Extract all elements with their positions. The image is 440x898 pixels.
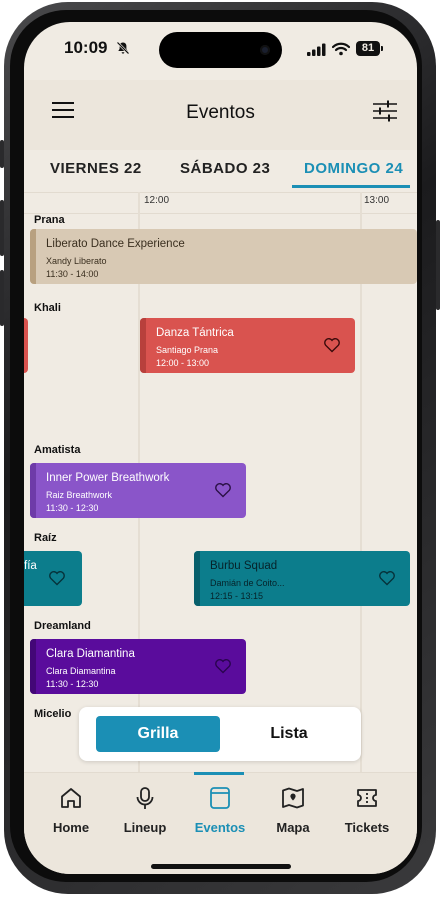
app-screen: 10:09 81 Eventos VIERNES 22 SÁBADO 23 DO… <box>24 22 417 874</box>
active-tab-indicator <box>292 185 410 188</box>
calendar-icon <box>210 787 230 809</box>
event-artist: Clara Diamantina <box>46 666 116 676</box>
event-title: Liberato Dance Experience <box>46 238 185 250</box>
card-strip <box>30 229 36 284</box>
nav-label: Home <box>52 820 90 835</box>
nav-label: Lineup <box>123 820 167 835</box>
event-card-inner-power[interactable]: Inner Power Breathwork Raiz Breathwork 1… <box>30 463 246 518</box>
card-strip <box>30 639 36 694</box>
event-time: 11:30 - 12:30 <box>46 679 99 689</box>
home-indicator[interactable] <box>151 864 291 869</box>
filter-sliders-icon[interactable] <box>372 100 398 122</box>
active-nav-indicator <box>194 772 244 775</box>
mute-switch <box>0 140 4 168</box>
card-strip <box>140 318 146 373</box>
event-card-raiz-partial[interactable]: fía <box>24 551 82 606</box>
heart-icon[interactable] <box>323 336 341 354</box>
event-time: 12:00 - 13:00 <box>156 358 210 368</box>
event-card-khali-partial[interactable] <box>24 318 28 373</box>
nav-label: Eventos <box>194 820 246 835</box>
power-button <box>436 220 440 310</box>
ticket-icon <box>357 789 377 807</box>
nav-label: Tickets <box>344 820 390 835</box>
nav-home[interactable]: Home <box>36 785 106 835</box>
venue-label-prana: Prana <box>34 214 65 226</box>
event-title: Danza Tántrica <box>156 327 234 339</box>
camera-icon <box>260 45 270 55</box>
venue-label-dreamland: Dreamland <box>34 620 91 632</box>
volume-down-button <box>0 270 4 326</box>
event-artist: Santiago Prana <box>156 345 219 355</box>
signal-icon <box>307 43 326 56</box>
nav-lineup[interactable]: Lineup <box>110 785 180 835</box>
nav-eventos[interactable]: Eventos <box>185 785 255 835</box>
page-title: Eventos <box>186 102 255 123</box>
nav-mapa[interactable]: Mapa <box>258 785 328 835</box>
event-card-burbu[interactable]: Burbu Squad Damián de Coito... 12:15 - 1… <box>194 551 410 606</box>
battery-icon: 81 <box>356 41 380 56</box>
heart-icon[interactable] <box>214 481 232 499</box>
home-icon <box>61 788 81 808</box>
bottom-nav: Home Lineup Eventos Mapa Tickets <box>24 772 417 874</box>
tab-sabado[interactable]: SÁBADO 23 <box>180 160 270 177</box>
event-card-clara[interactable]: Clara Diamantina Clara Diamantina 11:30 … <box>30 639 246 694</box>
event-time: 12:15 - 13:15 <box>210 591 264 601</box>
microphone-icon <box>136 787 154 809</box>
card-strip <box>30 463 36 518</box>
battery-tip <box>381 46 383 51</box>
status-time: 10:09 <box>64 38 108 57</box>
view-toggle: Grilla Lista <box>79 707 361 761</box>
grilla-button[interactable]: Grilla <box>96 716 220 752</box>
heart-icon[interactable] <box>214 657 232 675</box>
venue-label-raiz: Raíz <box>34 532 57 544</box>
event-card-danza[interactable]: Danza Tántrica Santiago Prana 12:00 - 13… <box>140 318 355 373</box>
map-icon <box>282 787 304 809</box>
tab-domingo[interactable]: DOMINGO 24 <box>304 160 403 177</box>
heart-icon[interactable] <box>48 569 66 587</box>
card-strip <box>194 551 200 606</box>
nav-label: Mapa <box>276 820 310 835</box>
tick-1200: 12:00 <box>144 195 170 206</box>
venue-label-khali: Khali <box>34 302 61 314</box>
volume-up-button <box>0 200 4 256</box>
event-card-liberato[interactable]: Liberato Dance Experience Xandy Liberato… <box>30 229 417 284</box>
event-artist: Damián de Coito... <box>210 578 285 588</box>
tick-1300: 13:00 <box>364 195 390 206</box>
timeline-header <box>24 192 417 214</box>
bell-slash-icon <box>116 41 130 55</box>
event-artist: Xandy Liberato <box>46 256 107 266</box>
heart-icon[interactable] <box>378 569 396 587</box>
wifi-icon <box>332 42 350 56</box>
event-title: Burbu Squad <box>210 560 278 572</box>
nav-tickets[interactable]: Tickets <box>332 785 402 835</box>
event-title: Clara Diamantina <box>46 648 135 660</box>
event-title: Inner Power Breathwork <box>46 472 170 484</box>
event-time: 11:30 - 14:00 <box>46 269 99 279</box>
lista-button[interactable]: Lista <box>229 716 349 752</box>
venue-label-micelio: Micelio <box>34 708 72 720</box>
event-artist: Raiz Breathwork <box>46 490 113 500</box>
venue-label-amatista: Amatista <box>34 444 81 456</box>
tab-viernes[interactable]: VIERNES 22 <box>50 160 142 177</box>
event-time: 11:30 - 12:30 <box>46 503 99 513</box>
event-title: fía <box>24 560 37 572</box>
